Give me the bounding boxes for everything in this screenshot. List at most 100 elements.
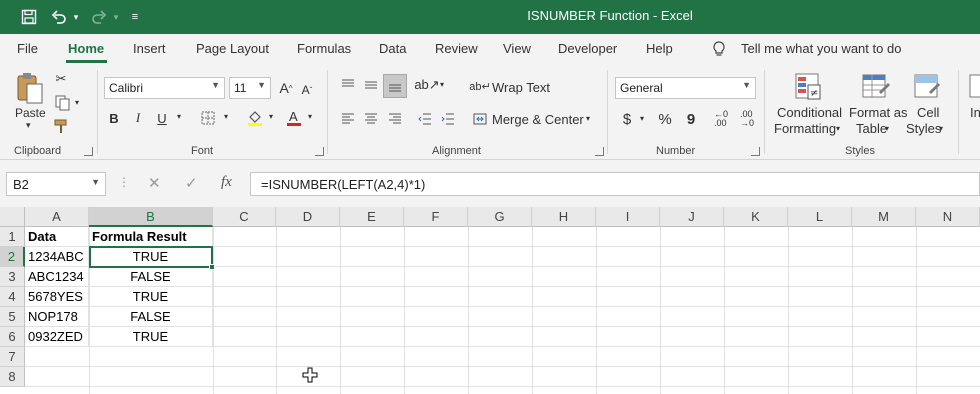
merge-center-icon[interactable] [472,111,488,127]
number-format-select[interactable]: General ▼ [615,77,756,99]
tab-home[interactable]: Home [68,41,104,56]
number-launcher-icon[interactable] [751,147,760,156]
wrap-text-button[interactable]: Wrap Text [492,80,550,95]
italic-button[interactable]: I [130,108,146,128]
tab-review[interactable]: Review [435,41,478,56]
format-as-table-label-1[interactable]: Format as [849,105,908,120]
format-as-table-icon[interactable] [860,70,892,104]
more-options-icon[interactable]: ⋮ [118,175,130,189]
format-as-table-label-2[interactable]: Table [856,121,887,136]
lightbulb-icon [712,41,726,60]
clipboard-group-label: Clipboard [14,145,62,157]
orientation-icon[interactable]: ab↗ [414,76,439,94]
tab-page-layout[interactable]: Page Layout [196,41,269,56]
name-box[interactable]: B2 ▼ [6,172,106,196]
align-middle-icon[interactable] [362,76,380,94]
copy-dropdown-icon[interactable]: ▾ [75,98,79,107]
tab-help[interactable]: Help [646,41,673,56]
currency-button[interactable]: $ [619,109,635,129]
comma-style-button[interactable]: 9 [684,109,698,129]
tab-view[interactable]: View [503,41,531,56]
increase-font-icon[interactable]: A ^ [278,77,294,99]
decrease-indent-icon[interactable] [416,110,434,128]
cell-b1[interactable]: Formula Result [89,227,213,247]
ribbon: Paste ▾ ✂ ▾ Clipboard Calibri ▼ 11 ▼ A ^ … [0,64,980,160]
fill-handle[interactable] [209,264,215,270]
tab-data[interactable]: Data [379,41,406,56]
alignment-group-label: Alignment [432,145,481,157]
cancel-entry-icon[interactable]: ✕ [148,174,161,192]
formula-input[interactable]: =ISNUMBER(LEFT(A2,4)*1) [250,172,980,196]
tell-me-search[interactable]: Tell me what you want to do [741,41,901,56]
cell-b3[interactable]: FALSE [89,267,213,287]
align-center-icon[interactable] [362,110,380,128]
group-divider [958,70,959,154]
bold-button[interactable]: B [106,108,122,128]
conditional-dropdown-icon[interactable]: ▾ [836,124,840,133]
increase-indent-icon[interactable] [439,110,457,128]
cell-styles-label-2[interactable]: Styles [906,121,941,136]
cell-styles-label-1[interactable]: Cell [917,105,939,120]
orientation-dropdown-icon[interactable]: ▾ [440,80,444,89]
increase-decimal-icon[interactable]: ←0.00 [710,109,732,129]
borders-dropdown-icon[interactable]: ▾ [224,112,228,121]
tab-file[interactable]: File [17,41,38,56]
fill-color-dropdown-icon[interactable]: ▾ [269,112,273,121]
paste-label[interactable]: Paste [15,106,46,120]
insert-function-icon[interactable]: fx [221,174,232,191]
cell-b4[interactable]: TRUE [89,287,213,307]
currency-dropdown-icon[interactable]: ▾ [640,114,644,123]
confirm-entry-icon[interactable]: ✓ [185,174,198,192]
font-name-value: Calibri [109,81,144,95]
cell-a2[interactable]: 1234ABC [25,247,89,267]
tab-insert[interactable]: Insert [133,41,166,56]
chevron-down-icon: ▼ [211,80,220,90]
paste-icon[interactable] [12,70,48,106]
underline-dropdown-icon[interactable]: ▾ [177,112,181,121]
clipboard-launcher-icon[interactable] [84,147,93,156]
conditional-formatting-label-1[interactable]: Conditional [777,105,842,120]
insert-cells-label[interactable]: In [970,105,980,120]
wrap-text-icon[interactable]: ab↵ [469,78,490,94]
font-size-select[interactable]: 11 ▼ [229,77,271,99]
format-painter-icon[interactable] [52,118,70,136]
format-table-dropdown-icon[interactable]: ▾ [885,124,889,133]
align-top-icon[interactable] [339,76,357,94]
insert-cells-icon[interactable] [966,70,980,104]
conditional-formatting-label-2[interactable]: Formatting [774,121,836,136]
cell-styles-dropdown-icon[interactable]: ▾ [939,124,943,133]
font-launcher-icon[interactable] [315,147,324,156]
tab-developer[interactable]: Developer [558,41,617,56]
font-color-dropdown-icon[interactable]: ▾ [308,112,312,121]
percent-button[interactable]: % [656,109,674,129]
align-left-icon[interactable] [339,110,357,128]
cell-a1[interactable]: Data [25,227,89,247]
alignment-launcher-icon[interactable] [595,147,604,156]
conditional-formatting-icon[interactable]: ≠ [793,70,823,104]
merge-dropdown-icon[interactable]: ▾ [586,114,590,123]
tab-formulas[interactable]: Formulas [297,41,351,56]
copy-icon[interactable] [52,94,74,112]
cell-b5[interactable]: FALSE [89,307,213,327]
font-name-select[interactable]: Calibri ▼ [104,77,225,99]
decrease-decimal-icon[interactable]: .00 →0 [736,109,758,129]
merge-center-button[interactable]: Merge & Center [492,112,584,127]
borders-icon[interactable] [200,110,216,126]
cut-icon[interactable]: ✂ [52,70,70,88]
align-right-icon[interactable] [386,110,404,128]
font-color-icon[interactable]: A [285,108,303,128]
paste-dropdown-icon[interactable]: ▾ [26,120,31,131]
number-format-value: General [620,81,663,95]
align-bottom-icon[interactable] [383,74,407,98]
fill-color-icon[interactable] [245,108,265,128]
cell-a5[interactable]: NOP178 [25,307,89,327]
underline-button[interactable]: U [154,108,170,128]
group-divider [97,70,98,154]
cell-a3[interactable]: ABC1234 [25,267,89,287]
cell-styles-icon[interactable] [912,70,942,104]
group-divider [607,70,608,154]
cell-a6[interactable]: 0932ZED [25,327,89,347]
decrease-font-icon[interactable]: Aˇ [299,79,315,101]
cell-a4[interactable]: 5678YES [25,287,89,307]
cell-b6[interactable]: TRUE [89,327,213,347]
